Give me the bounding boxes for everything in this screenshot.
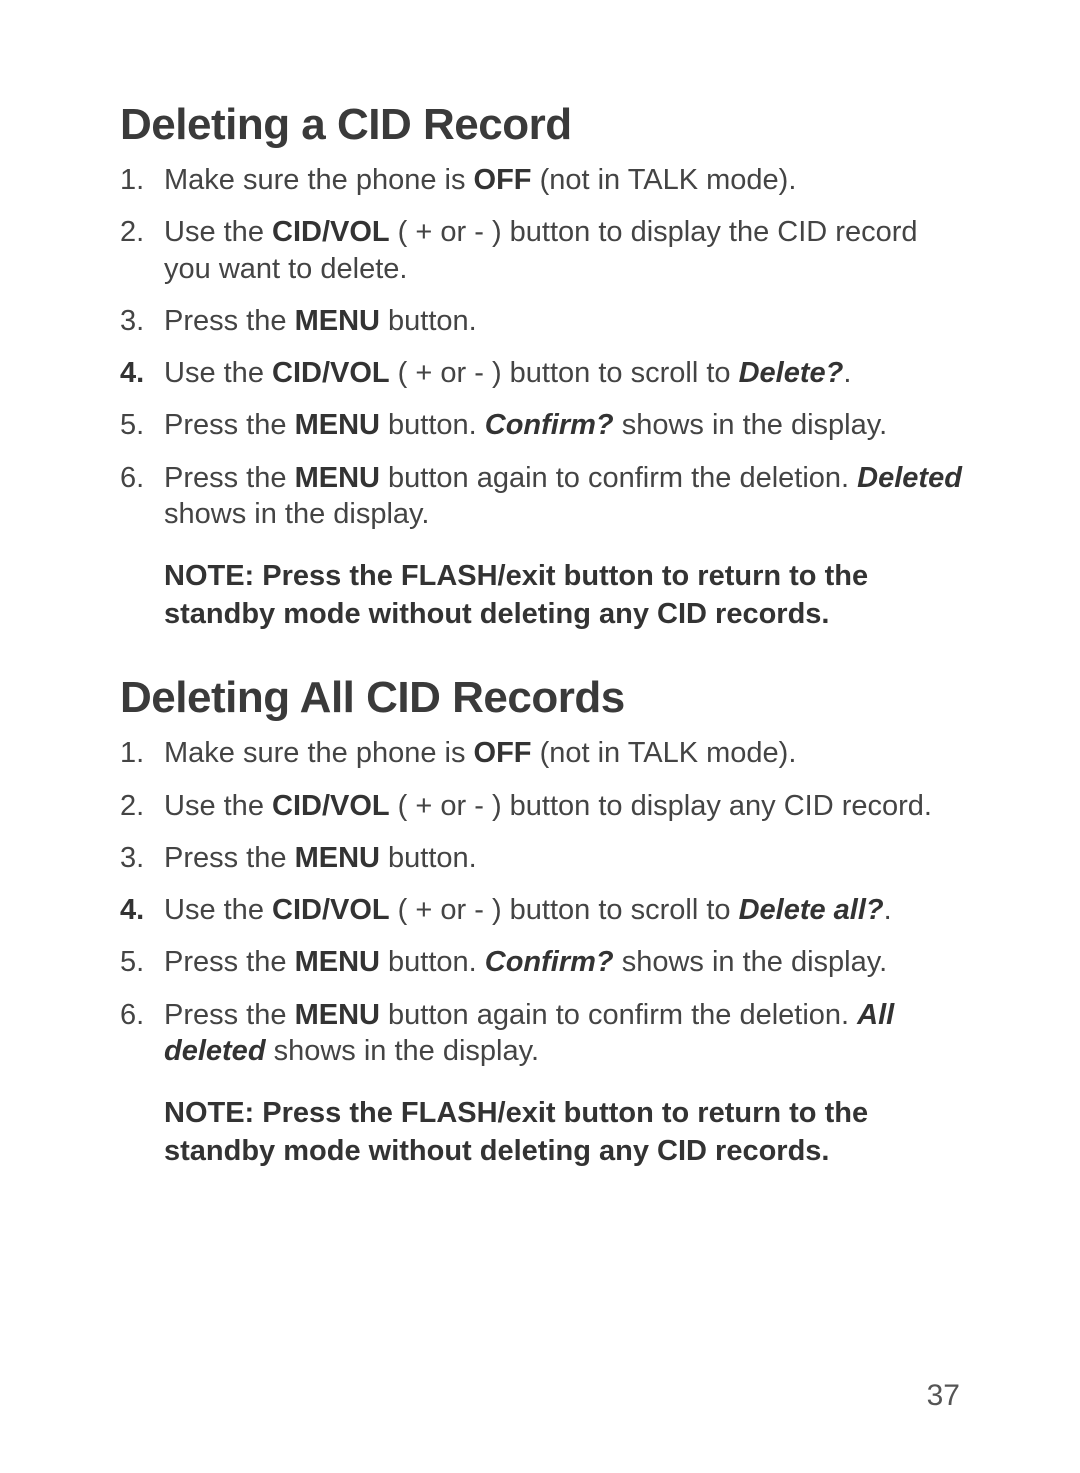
heading-delete-all: Deleting All CID Records [120,673,970,723]
list-item: Press the MENU button. Confirm? shows in… [120,936,970,988]
page-number: 37 [927,1379,960,1413]
manual-page: Deleting a CID Record Make sure the phon… [0,0,1080,1473]
steps-delete-all: Make sure the phone is OFF (not in TALK … [120,727,970,1077]
list-item: Use the CID/VOL ( + or - ) button to dis… [120,206,970,295]
note-delete-all: NOTE: Press the FLASH/exit button to ret… [164,1095,970,1170]
list-item: Press the MENU button again to confirm t… [120,989,970,1078]
bold-term: MENU [295,462,380,494]
bold-term: OFF [474,164,532,196]
display-term: Deleted [857,462,962,494]
list-item: Press the MENU button. [120,832,970,884]
display-term: Delete? [739,357,844,389]
bold-term: MENU [295,946,380,978]
list-item: Press the MENU button again to confirm t… [120,452,970,541]
bold-term: MENU [295,409,380,441]
steps-delete-one: Make sure the phone is OFF (not in TALK … [120,154,970,540]
note-delete-one: NOTE: Press the FLASH/exit button to ret… [164,558,970,633]
bold-term: OFF [474,737,532,769]
display-term: All deleted [164,999,894,1067]
list-item: Make sure the phone is OFF (not in TALK … [120,154,970,206]
bold-term: MENU [295,999,380,1031]
display-term: Confirm? [485,946,614,978]
bold-term: MENU [295,842,380,874]
list-item: Press the MENU button. [120,295,970,347]
list-item: Use the CID/VOL ( + or - ) button to dis… [120,780,970,832]
list-item: Make sure the phone is OFF (not in TALK … [120,727,970,779]
display-term: Delete all? [739,894,884,926]
display-term: Confirm? [485,409,614,441]
bold-term: CID/VOL [272,216,390,248]
heading-delete-one: Deleting a CID Record [120,100,970,150]
bold-term: MENU [295,305,380,337]
bold-term: CID/VOL [272,894,390,926]
bold-term: CID/VOL [272,357,390,389]
list-item: Use the CID/VOL ( + or - ) button to scr… [120,347,970,399]
list-item: Use the CID/VOL ( + or - ) button to scr… [120,884,970,936]
list-item: Press the MENU button. Confirm? shows in… [120,399,970,451]
bold-term: CID/VOL [272,790,390,822]
